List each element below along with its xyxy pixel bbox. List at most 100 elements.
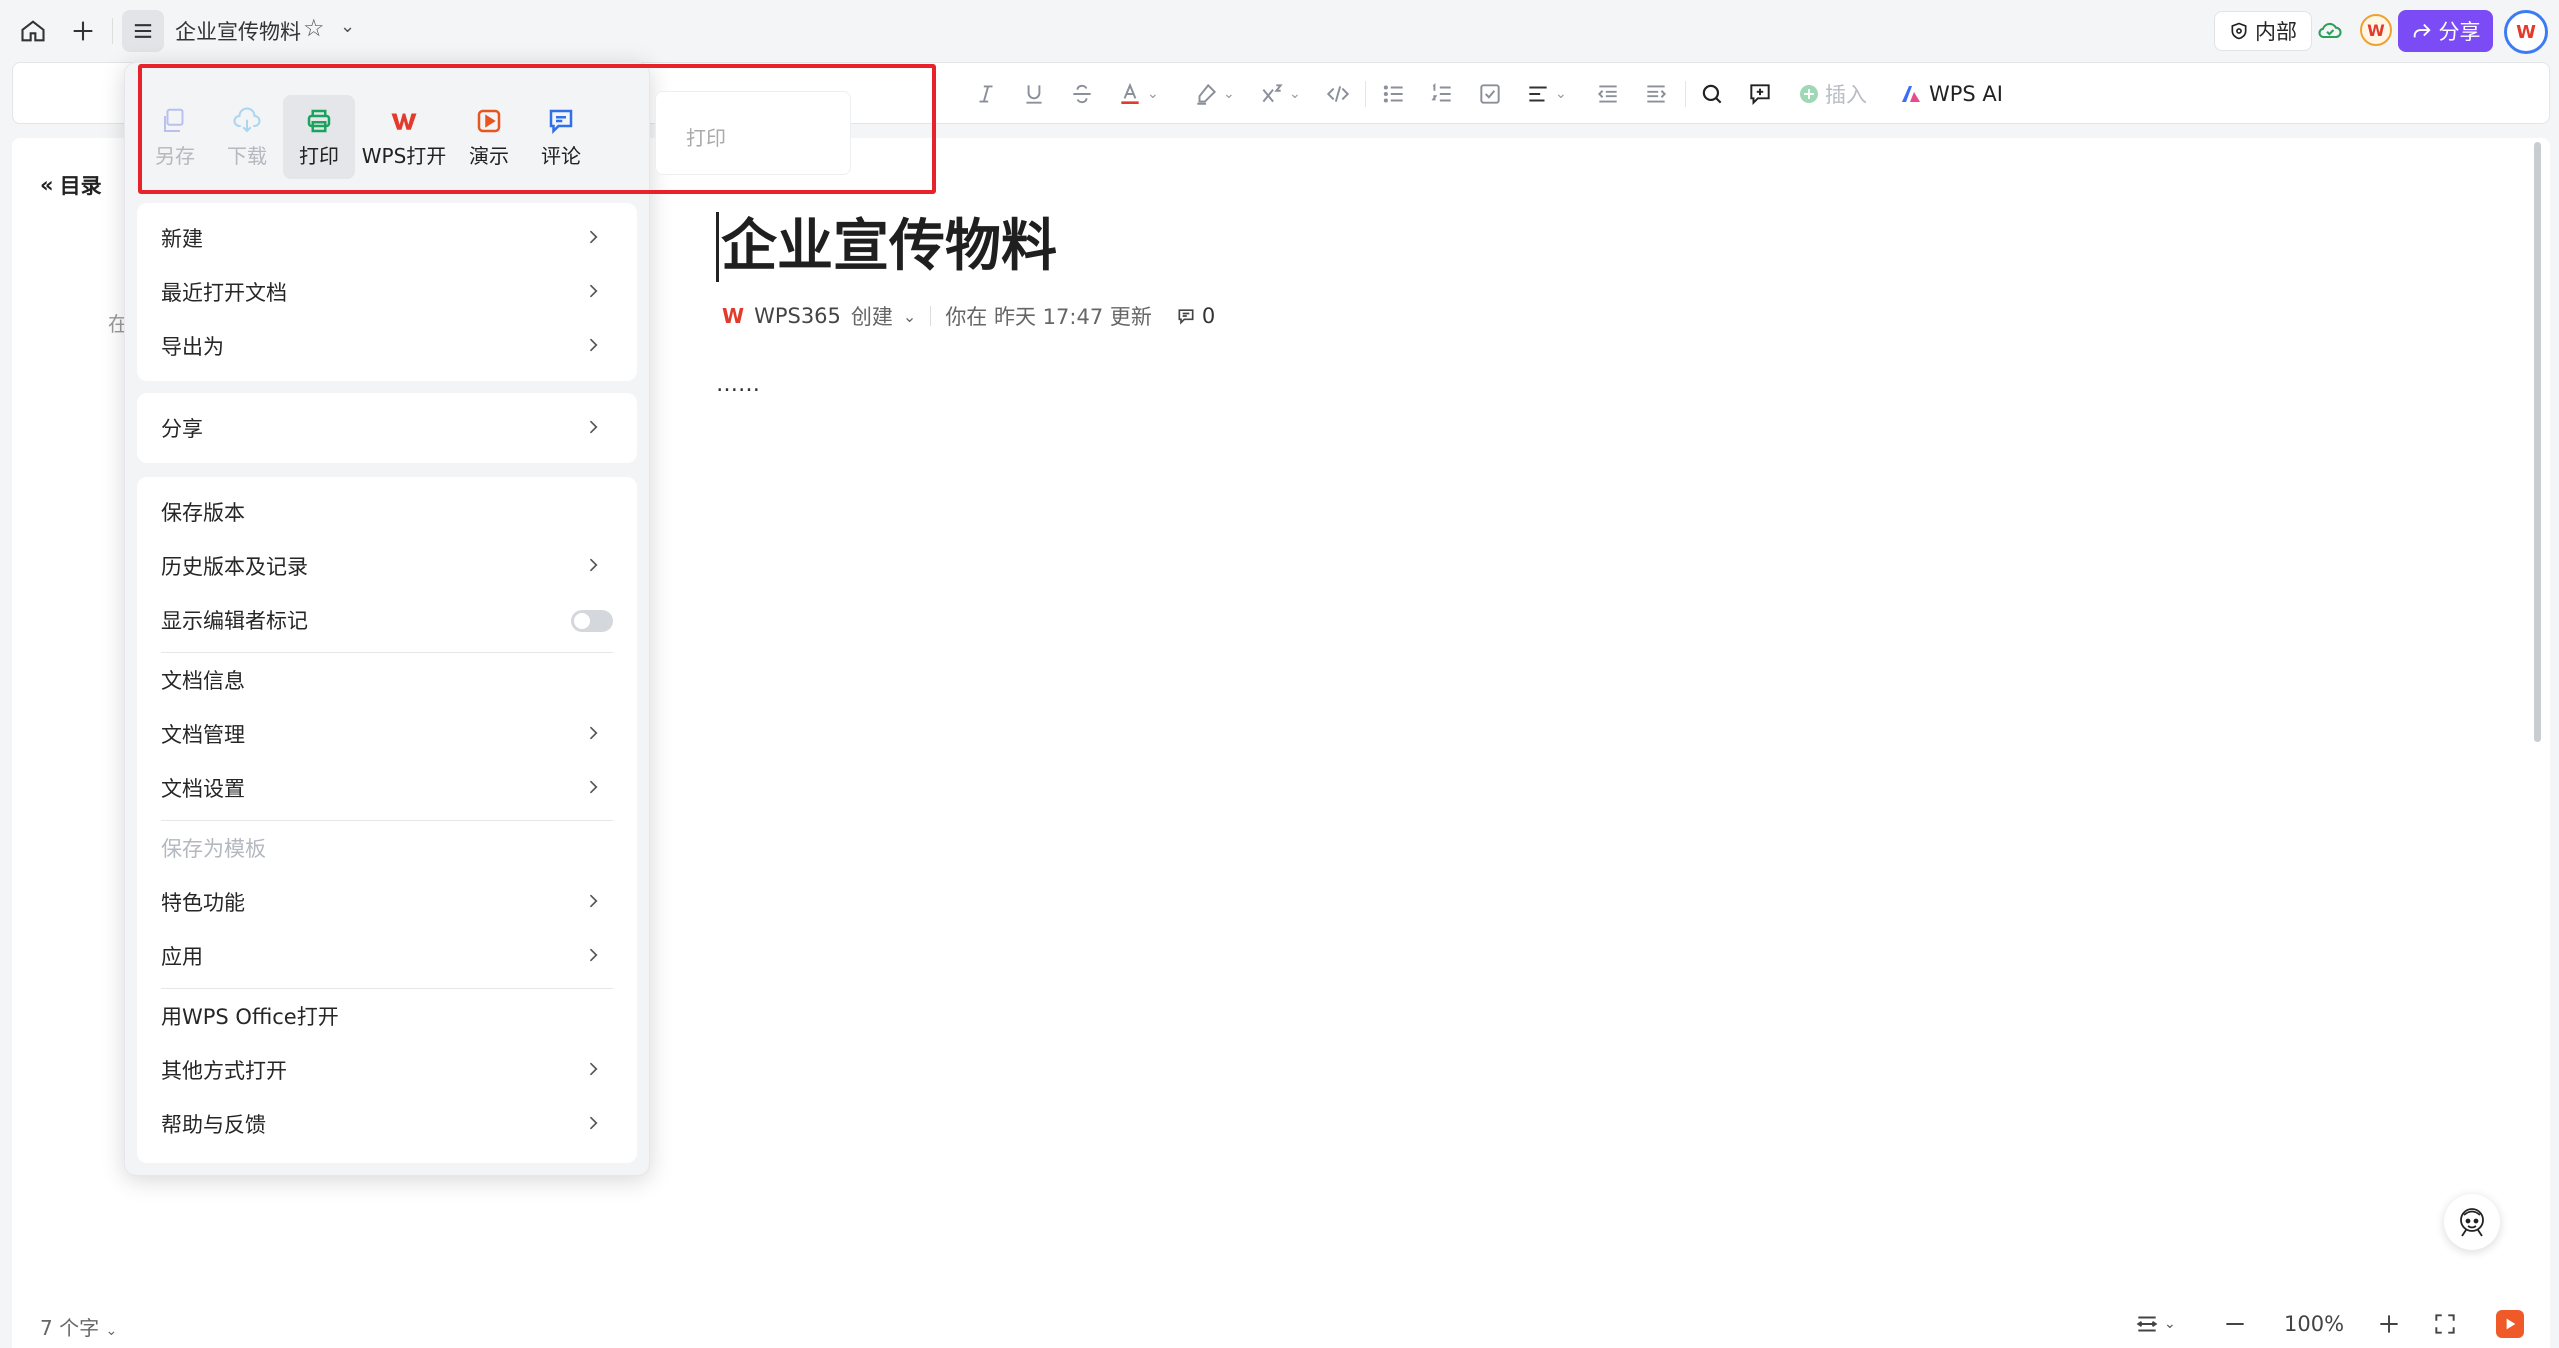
- home-button[interactable]: [12, 10, 54, 52]
- toc-toggle[interactable]: « 目录: [40, 170, 102, 200]
- insert-button[interactable]: 插入: [1797, 77, 1867, 111]
- wps-logo-icon: [391, 113, 417, 130]
- document-body[interactable]: ……: [716, 372, 760, 397]
- strikethrough-button[interactable]: [1069, 77, 1095, 111]
- zoom-out-button[interactable]: [2222, 1306, 2248, 1342]
- download-button[interactable]: 下载: [211, 95, 283, 179]
- menu-group-file: 新建 最近打开文档 导出为: [137, 203, 637, 381]
- plus-icon: [73, 21, 93, 41]
- code-button[interactable]: [1325, 77, 1351, 111]
- menu-item-doc-manage[interactable]: 文档管理: [137, 707, 637, 761]
- plus-circle-icon: [1800, 85, 1818, 103]
- chevron-down-icon: ⌄: [2164, 1316, 2176, 1332]
- numbered-list-icon: [1431, 82, 1451, 102]
- insert-label: 插入: [1825, 83, 1867, 107]
- menu-item-open-wps-office[interactable]: 用WPS Office打开: [137, 989, 637, 1043]
- print-button[interactable]: 打印: [283, 95, 355, 179]
- bullet-list-button[interactable]: [1381, 77, 1407, 111]
- hamburger-icon: [134, 24, 152, 38]
- share-label: 分享: [2438, 20, 2481, 44]
- save-as-button[interactable]: 另存: [139, 95, 211, 179]
- chevron-right-icon: [589, 948, 598, 962]
- present-button[interactable]: 演示: [453, 95, 525, 179]
- menu-item-recent[interactable]: 最近打开文档: [137, 265, 637, 319]
- divider: [930, 306, 932, 326]
- indent-icon: [1647, 85, 1667, 103]
- italic-icon: [979, 85, 993, 103]
- share-button[interactable]: 分享: [2398, 10, 2493, 52]
- menu-item-history[interactable]: 历史版本及记录: [137, 539, 637, 593]
- strikethrough-icon: [1073, 84, 1091, 104]
- page-width-button[interactable]: ⌄: [2134, 1306, 2176, 1342]
- author-name[interactable]: WPS365: [754, 304, 841, 328]
- highlight-button[interactable]: ⌄: [1193, 77, 1235, 111]
- assistant-mascot-icon: [2460, 1208, 2484, 1237]
- menu-item-share[interactable]: 分享: [137, 401, 637, 455]
- menu-item-new[interactable]: 新建: [137, 211, 637, 265]
- underline-button[interactable]: [1021, 77, 1047, 111]
- numbered-list-button[interactable]: [1429, 77, 1455, 111]
- save-as-icon: [164, 108, 184, 132]
- add-comment-button[interactable]: [1747, 77, 1773, 111]
- superscript-button[interactable]: ⌄: [1259, 77, 1301, 111]
- menu-item-help[interactable]: 帮助与反馈: [137, 1097, 637, 1151]
- avatar[interactable]: W: [2504, 10, 2548, 54]
- chevron-right-icon: [589, 894, 598, 908]
- wps-logo-icon: W: [722, 304, 745, 328]
- chevron-down-icon: ⌄: [105, 1323, 118, 1339]
- comment-icon: [549, 109, 573, 134]
- menu-item-doc-settings[interactable]: 文档设置: [137, 761, 637, 815]
- menu-item-open-other[interactable]: 其他方式打开: [137, 1043, 637, 1097]
- indent-button[interactable]: [1643, 77, 1669, 111]
- wps-open-button[interactable]: WPS打开: [355, 95, 453, 179]
- zoom-level[interactable]: 100%: [2284, 1312, 2344, 1336]
- cloud-saved-icon[interactable]: [2316, 16, 2344, 44]
- word-count[interactable]: 7 个字 ⌄: [40, 1312, 117, 1341]
- chevron-right-icon: [589, 726, 598, 740]
- chevron-right-icon: [589, 284, 598, 298]
- align-left-icon: [1529, 86, 1547, 102]
- italic-button[interactable]: [973, 77, 999, 111]
- page-width-icon: [2136, 1316, 2158, 1332]
- assistant-button[interactable]: [2444, 1194, 2500, 1250]
- chevron-down-icon[interactable]: ⌄: [903, 307, 916, 326]
- chevron-down-icon[interactable]: ⌄: [340, 16, 355, 37]
- menu-item-export[interactable]: 导出为: [137, 319, 637, 373]
- new-tab-button[interactable]: [62, 10, 104, 52]
- share-icon: [2413, 23, 2431, 38]
- menu-item-apps[interactable]: 应用: [137, 929, 637, 983]
- chevron-down-icon: ⌄: [1289, 86, 1301, 102]
- menu-item-features[interactable]: 特色功能: [137, 875, 637, 929]
- checklist-button[interactable]: [1477, 77, 1503, 111]
- align-button[interactable]: ⌄: [1525, 77, 1567, 111]
- menu-item-save-template[interactable]: 保存为模板: [137, 821, 637, 875]
- highlighter-icon: [1197, 83, 1217, 105]
- menu-item-doc-info[interactable]: 文档信息: [137, 653, 637, 707]
- internal-badge[interactable]: 内部: [2214, 11, 2312, 51]
- shield-icon: [2231, 22, 2247, 40]
- menu-item-save-version[interactable]: 保存版本: [137, 485, 637, 539]
- main-menu-button[interactable]: [122, 10, 164, 52]
- vertical-scrollbar[interactable]: [2534, 142, 2541, 742]
- comment-count[interactable]: 0: [1176, 304, 1215, 328]
- star-icon[interactable]: ☆: [303, 14, 325, 42]
- editor-marks-toggle[interactable]: [571, 610, 613, 632]
- code-icon: [1326, 86, 1350, 102]
- comment-button[interactable]: 评论: [525, 95, 597, 179]
- font-color-icon: [1121, 82, 1139, 105]
- wps-member-icon[interactable]: W: [2360, 14, 2392, 46]
- add-comment-icon: [1750, 84, 1770, 106]
- wps-ai-button[interactable]: WPS AI: [1899, 77, 2003, 111]
- tab-title[interactable]: 企业宣传物料: [175, 16, 301, 46]
- menu-item-show-editor-marks: 显示编辑者标记: [137, 593, 637, 647]
- document-title[interactable]: 企业宣传物料: [716, 212, 1057, 282]
- present-mode-button[interactable]: [2496, 1310, 2524, 1338]
- main-menu-dropdown: 另存 下载 打印 WPS打开 演示 评论 打印 新建 最近打开文档 导出为 分享…: [124, 62, 851, 1176]
- font-color-button[interactable]: ⌄: [1117, 77, 1159, 111]
- menu-group-share: 分享: [137, 393, 637, 463]
- search-button[interactable]: [1699, 77, 1725, 111]
- zoom-in-button[interactable]: [2376, 1306, 2402, 1342]
- plus-icon: [2380, 1315, 2398, 1333]
- fullscreen-button[interactable]: [2432, 1306, 2458, 1342]
- outdent-button[interactable]: [1595, 77, 1621, 111]
